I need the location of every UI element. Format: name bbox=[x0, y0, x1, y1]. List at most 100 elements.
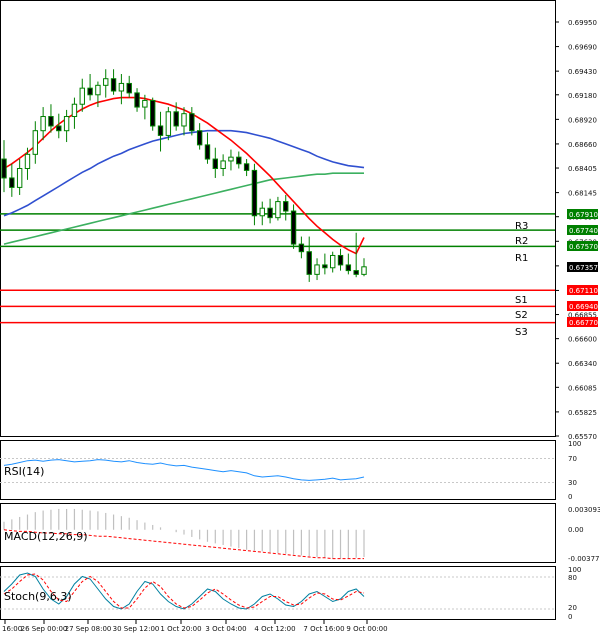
candle-body-up bbox=[275, 201, 281, 219]
level-name-s1: S1 bbox=[515, 295, 528, 306]
level-price-s1: 0.67110 bbox=[569, 287, 598, 295]
y-tick-label: 0.65825 bbox=[568, 409, 597, 417]
candle-body-down bbox=[243, 163, 250, 171]
y-tick-label: 0.69950 bbox=[568, 19, 597, 27]
candle-body-down bbox=[48, 116, 54, 127]
candle-body-down bbox=[157, 125, 164, 136]
candle-body-up bbox=[16, 168, 23, 188]
candle-body-up bbox=[329, 254, 336, 269]
candle-body-down bbox=[110, 78, 117, 92]
rsi-tick-0: 0 bbox=[568, 493, 572, 501]
candle bbox=[251, 163, 258, 226]
candle-body-down bbox=[212, 158, 219, 170]
x-tick-label: 30 Sep 12:00 bbox=[113, 625, 160, 633]
candle-body-up bbox=[103, 78, 109, 86]
rsi-tick-100: 100 bbox=[568, 440, 581, 448]
candle-body-up bbox=[165, 111, 172, 136]
candle-body-down bbox=[9, 177, 15, 188]
y-tick-label: 0.68920 bbox=[568, 116, 597, 124]
candle-body-down bbox=[56, 125, 62, 132]
y-tick-label: 0.68145 bbox=[568, 190, 597, 198]
stoch-tick-20: 20 bbox=[568, 604, 577, 612]
candle-body-down bbox=[298, 243, 305, 253]
level-price-s2: 0.66940 bbox=[569, 303, 598, 311]
candle-body-up bbox=[95, 84, 101, 96]
candle-body-down bbox=[236, 156, 242, 165]
level-price-r3: 0.67910 bbox=[569, 211, 598, 219]
candle-body-down bbox=[196, 130, 203, 146]
candle-body-down bbox=[1, 158, 7, 179]
candle-body-up bbox=[63, 116, 70, 132]
stoch-tick-80: 80 bbox=[568, 574, 577, 582]
x-tick-label: 9 Oct 00:00 bbox=[346, 625, 387, 633]
candle-body-up bbox=[118, 82, 125, 92]
x-tick-label: 3 Oct 04:00 bbox=[205, 625, 246, 633]
candle-body-down bbox=[353, 270, 359, 275]
level-name-r2: R2 bbox=[515, 236, 528, 247]
level-name-s2: S2 bbox=[515, 310, 528, 321]
candle-body-down bbox=[345, 264, 352, 272]
candle-body-down bbox=[126, 82, 132, 94]
y-tick-label: 0.69690 bbox=[568, 44, 597, 52]
candle-body-up bbox=[259, 207, 265, 217]
x-tick-label: 26 Sep 00:00 bbox=[21, 625, 68, 633]
candle-body-down bbox=[173, 111, 179, 127]
y-tick-label: 0.68660 bbox=[568, 141, 597, 149]
candle bbox=[290, 204, 297, 249]
candle-body-up bbox=[228, 156, 234, 162]
y-tick-label: 0.68405 bbox=[568, 165, 597, 173]
candle-body-up bbox=[32, 130, 39, 155]
macd-tick-bottom: -0.003776 bbox=[568, 555, 600, 563]
candle-body-up bbox=[181, 113, 187, 127]
x-tick-label: 16:00 bbox=[2, 625, 22, 633]
candle-body-down bbox=[283, 201, 289, 212]
candle-body-down bbox=[267, 207, 273, 219]
candle-body-down bbox=[87, 87, 93, 96]
level-price-boxes: 0.67910 0.67740 0.67570 0.67357 0.67110 … bbox=[567, 209, 598, 327]
level-price-s3: 0.66770 bbox=[569, 319, 598, 327]
candle-body-down bbox=[189, 113, 195, 132]
y-tick-label: 0.66600 bbox=[568, 336, 597, 344]
candle-body-up bbox=[220, 160, 226, 170]
y-tick-label: 0.69430 bbox=[568, 68, 597, 76]
macd-tick-top: 0.003093 bbox=[568, 506, 600, 514]
x-tick-label: 27 Sep 08:00 bbox=[65, 625, 112, 633]
stoch-label: Stoch(9,6,3) bbox=[4, 590, 72, 603]
rsi-label: RSI(14) bbox=[4, 465, 44, 478]
current-price-label: 0.67357 bbox=[569, 264, 598, 272]
y-tick-label: 0.66340 bbox=[568, 360, 597, 368]
x-tick-label: 7 Oct 16:00 bbox=[303, 625, 344, 633]
candle bbox=[165, 107, 172, 141]
level-price-r1: 0.67570 bbox=[569, 243, 598, 251]
x-tick-label: 4 Oct 12:00 bbox=[254, 625, 295, 633]
candle-body-down bbox=[251, 169, 258, 217]
macd-label: MACD(12,26,9) bbox=[4, 530, 88, 543]
candle-body-up bbox=[142, 99, 148, 108]
rsi-tick-30: 30 bbox=[568, 479, 577, 487]
x-tick-label: 1 Oct 20:00 bbox=[160, 625, 201, 633]
candle-body-up bbox=[40, 116, 46, 132]
candle-body-down bbox=[322, 264, 328, 269]
y-tick-label: 0.66085 bbox=[568, 384, 597, 392]
macd-tick-zero: 0.00 bbox=[568, 526, 584, 534]
candle-body-up bbox=[71, 103, 78, 118]
candle bbox=[149, 97, 156, 131]
stoch-tick-100: 100 bbox=[568, 566, 581, 574]
level-name-r3: R3 bbox=[515, 221, 528, 232]
candle-body-down bbox=[149, 99, 156, 127]
level-name-s3: S3 bbox=[515, 327, 528, 338]
candle-body-down bbox=[134, 92, 140, 108]
candle-body-up bbox=[79, 87, 85, 105]
level-price-r2: 0.67740 bbox=[569, 227, 598, 235]
y-tick-label: 0.69180 bbox=[568, 92, 597, 100]
forex-chart: R3 R2 R1 S1 S2 S3 0.69950 0.69690 0.69430 0… bbox=[0, 0, 600, 635]
candle-body-down bbox=[337, 254, 344, 266]
candle-body-down bbox=[204, 144, 211, 160]
candle-body-down bbox=[306, 251, 312, 275]
candle-body-down bbox=[290, 210, 297, 245]
level-name-r1: R1 bbox=[515, 253, 528, 264]
candle-body-up bbox=[24, 153, 31, 170]
candle-body-up bbox=[361, 266, 367, 275]
stoch-tick-0: 0 bbox=[568, 613, 572, 621]
candle-body-up bbox=[314, 264, 320, 275]
